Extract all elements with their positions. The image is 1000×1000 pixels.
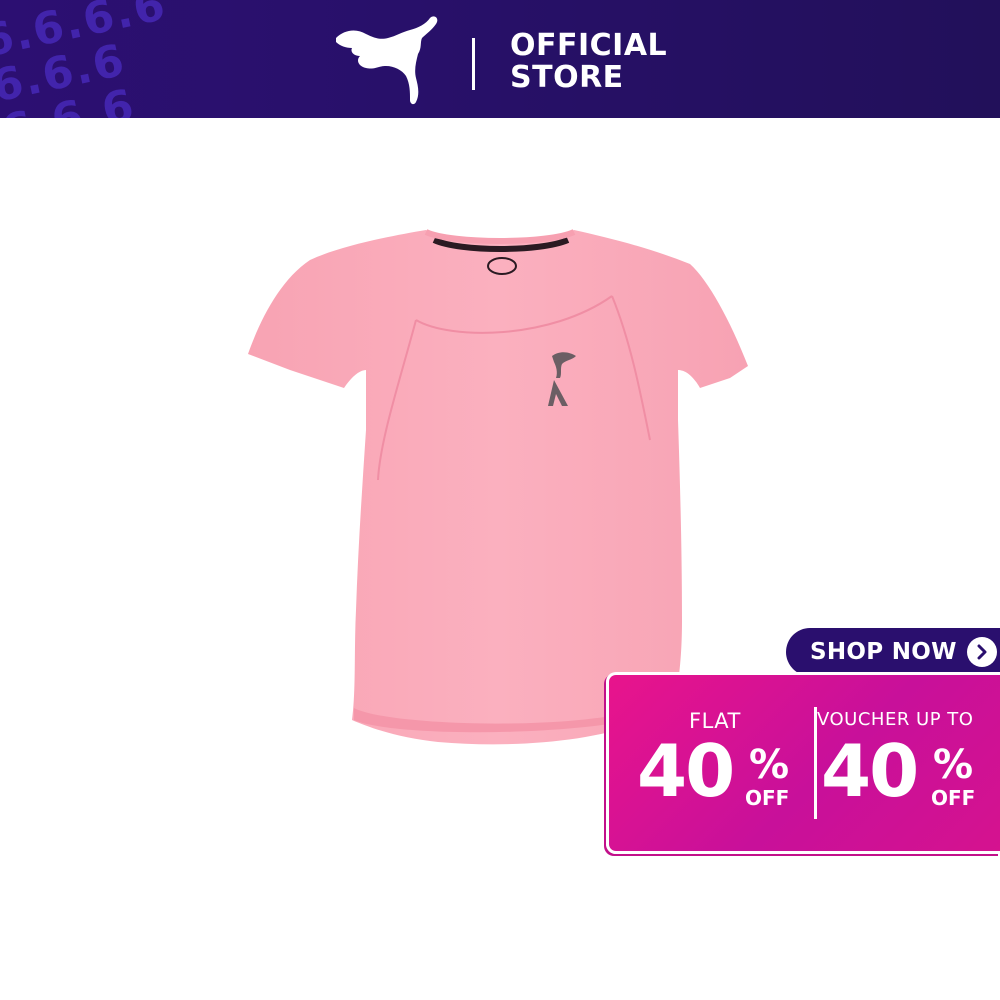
official-store-label: OFFICIAL STORE <box>510 30 667 94</box>
sale-date-background-pattern: 6.6.6.6 6.6.6 6.6.6 <box>0 0 281 118</box>
flat-percent-sign: % <box>749 742 790 788</box>
voucher-label: VOUCHER UP TO <box>817 709 974 730</box>
tshirt-body-icon <box>248 230 748 745</box>
shop-now-label: SHOP NOW <box>810 639 957 665</box>
official-text: OFFICIAL <box>510 28 668 63</box>
voucher-percent-sign: % <box>933 742 974 788</box>
voucher-off-label: OFF <box>931 786 976 810</box>
chevron-right-icon <box>966 637 997 667</box>
puma-cat-logo-icon <box>330 16 450 106</box>
header-divider <box>472 38 475 90</box>
flat-off-label: OFF <box>745 786 790 810</box>
shop-now-button[interactable]: SHOP NOW <box>786 628 1000 676</box>
promo-discount-banner[interactable]: FLAT 40 % OFF VOUCHER UP TO 40 % OFF <box>606 672 1000 854</box>
store-text: STORE <box>510 60 624 95</box>
flat-discount-value: 40 <box>637 729 735 813</box>
store-header-banner: 6.6.6.6 6.6.6 6.6.6 OFFICIAL STORE <box>0 0 1000 118</box>
voucher-discount-value: 40 <box>821 729 919 813</box>
